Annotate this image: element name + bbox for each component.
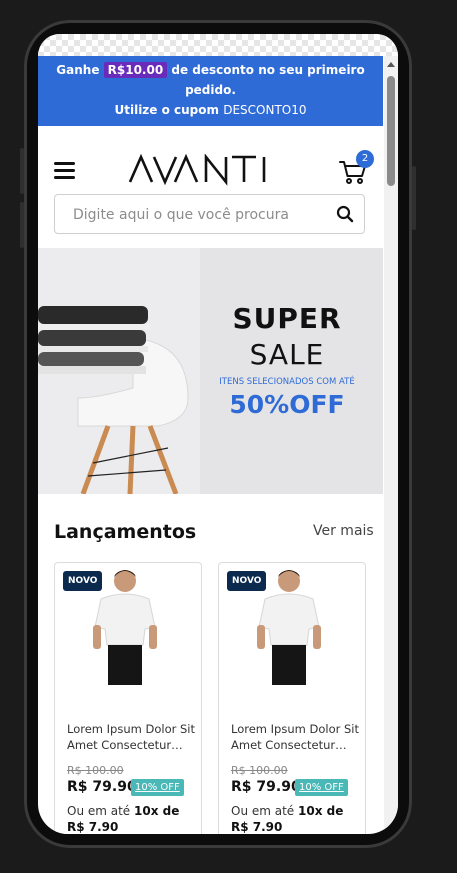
product-card[interactable]: NOVO Lorem Ipsum Dolor Sit Amet Consecte… bbox=[54, 562, 202, 834]
hero-banner[interactable]: SUPER SALE ITENS SELECIONADOS COM ATÉ 50… bbox=[38, 248, 383, 494]
product-name[interactable]: Lorem Ipsum Dolor Sit Amet Consectetur… bbox=[231, 721, 359, 753]
promo-amount-badge: R$10.00 bbox=[103, 62, 168, 78]
new-badge: NOVO bbox=[227, 571, 267, 591]
coupon-code: DESCONTO10 bbox=[223, 103, 307, 117]
promo-prefix: Ganhe bbox=[56, 63, 100, 77]
cart-count-badge: 2 bbox=[356, 150, 374, 168]
new-badge: NOVO bbox=[63, 571, 103, 591]
phone-side-button bbox=[412, 166, 416, 230]
discount-badge: 10% OFF bbox=[295, 779, 348, 796]
banner-subtitle: ITENS SELECIONADOS COM ATÉ bbox=[219, 377, 355, 387]
installment-info: Ou em até 10x de R$ 7.90 bbox=[231, 803, 361, 834]
scrollbar[interactable] bbox=[384, 56, 398, 834]
menu-icon[interactable] bbox=[54, 162, 75, 179]
product-card[interactable]: NOVO Lorem Ipsum Dolor Sit Amet Consecte… bbox=[218, 562, 366, 834]
section-title: Lançamentos bbox=[54, 521, 197, 543]
avanti-logo[interactable] bbox=[128, 154, 284, 186]
scroll-up-arrow-icon[interactable] bbox=[387, 62, 395, 67]
status-bar-area bbox=[38, 34, 398, 56]
search-input[interactable] bbox=[71, 195, 335, 235]
coupon-prefix: Utilize o cupom bbox=[114, 103, 220, 117]
old-price: R$ 100.00 bbox=[231, 764, 288, 777]
banner-photo bbox=[38, 248, 200, 494]
phone-screen: Ganhe R$10.00 de desconto no seu primeir… bbox=[38, 34, 398, 834]
old-price: R$ 100.00 bbox=[67, 764, 124, 777]
scrollbar-thumb[interactable] bbox=[387, 76, 395, 186]
current-price: R$ 79.90 bbox=[231, 779, 301, 795]
phone-side-button bbox=[20, 202, 24, 248]
banner-title-super: SUPER bbox=[232, 302, 342, 335]
promo-suffix: de desconto no seu primeiro pedido. bbox=[171, 63, 365, 97]
product-name[interactable]: Lorem Ipsum Dolor Sit Amet Consectetur… bbox=[67, 721, 195, 753]
installment-info: Ou em até 10x de R$ 7.90 bbox=[67, 803, 197, 834]
see-more-link[interactable]: Ver mais bbox=[313, 523, 374, 539]
promo-bar: Ganhe R$10.00 de desconto no seu primeir… bbox=[38, 56, 383, 126]
phone-side-button bbox=[20, 148, 24, 194]
search-icon[interactable] bbox=[336, 205, 354, 223]
discount-badge: 10% OFF bbox=[131, 779, 184, 796]
search-bar bbox=[54, 194, 365, 235]
current-price: R$ 79.90 bbox=[67, 779, 137, 795]
banner-title-sale: SALE bbox=[249, 338, 325, 371]
banner-discount: 50%OFF bbox=[229, 390, 345, 419]
installment-prefix: Ou em até bbox=[231, 804, 295, 818]
installment-prefix: Ou em até bbox=[67, 804, 131, 818]
